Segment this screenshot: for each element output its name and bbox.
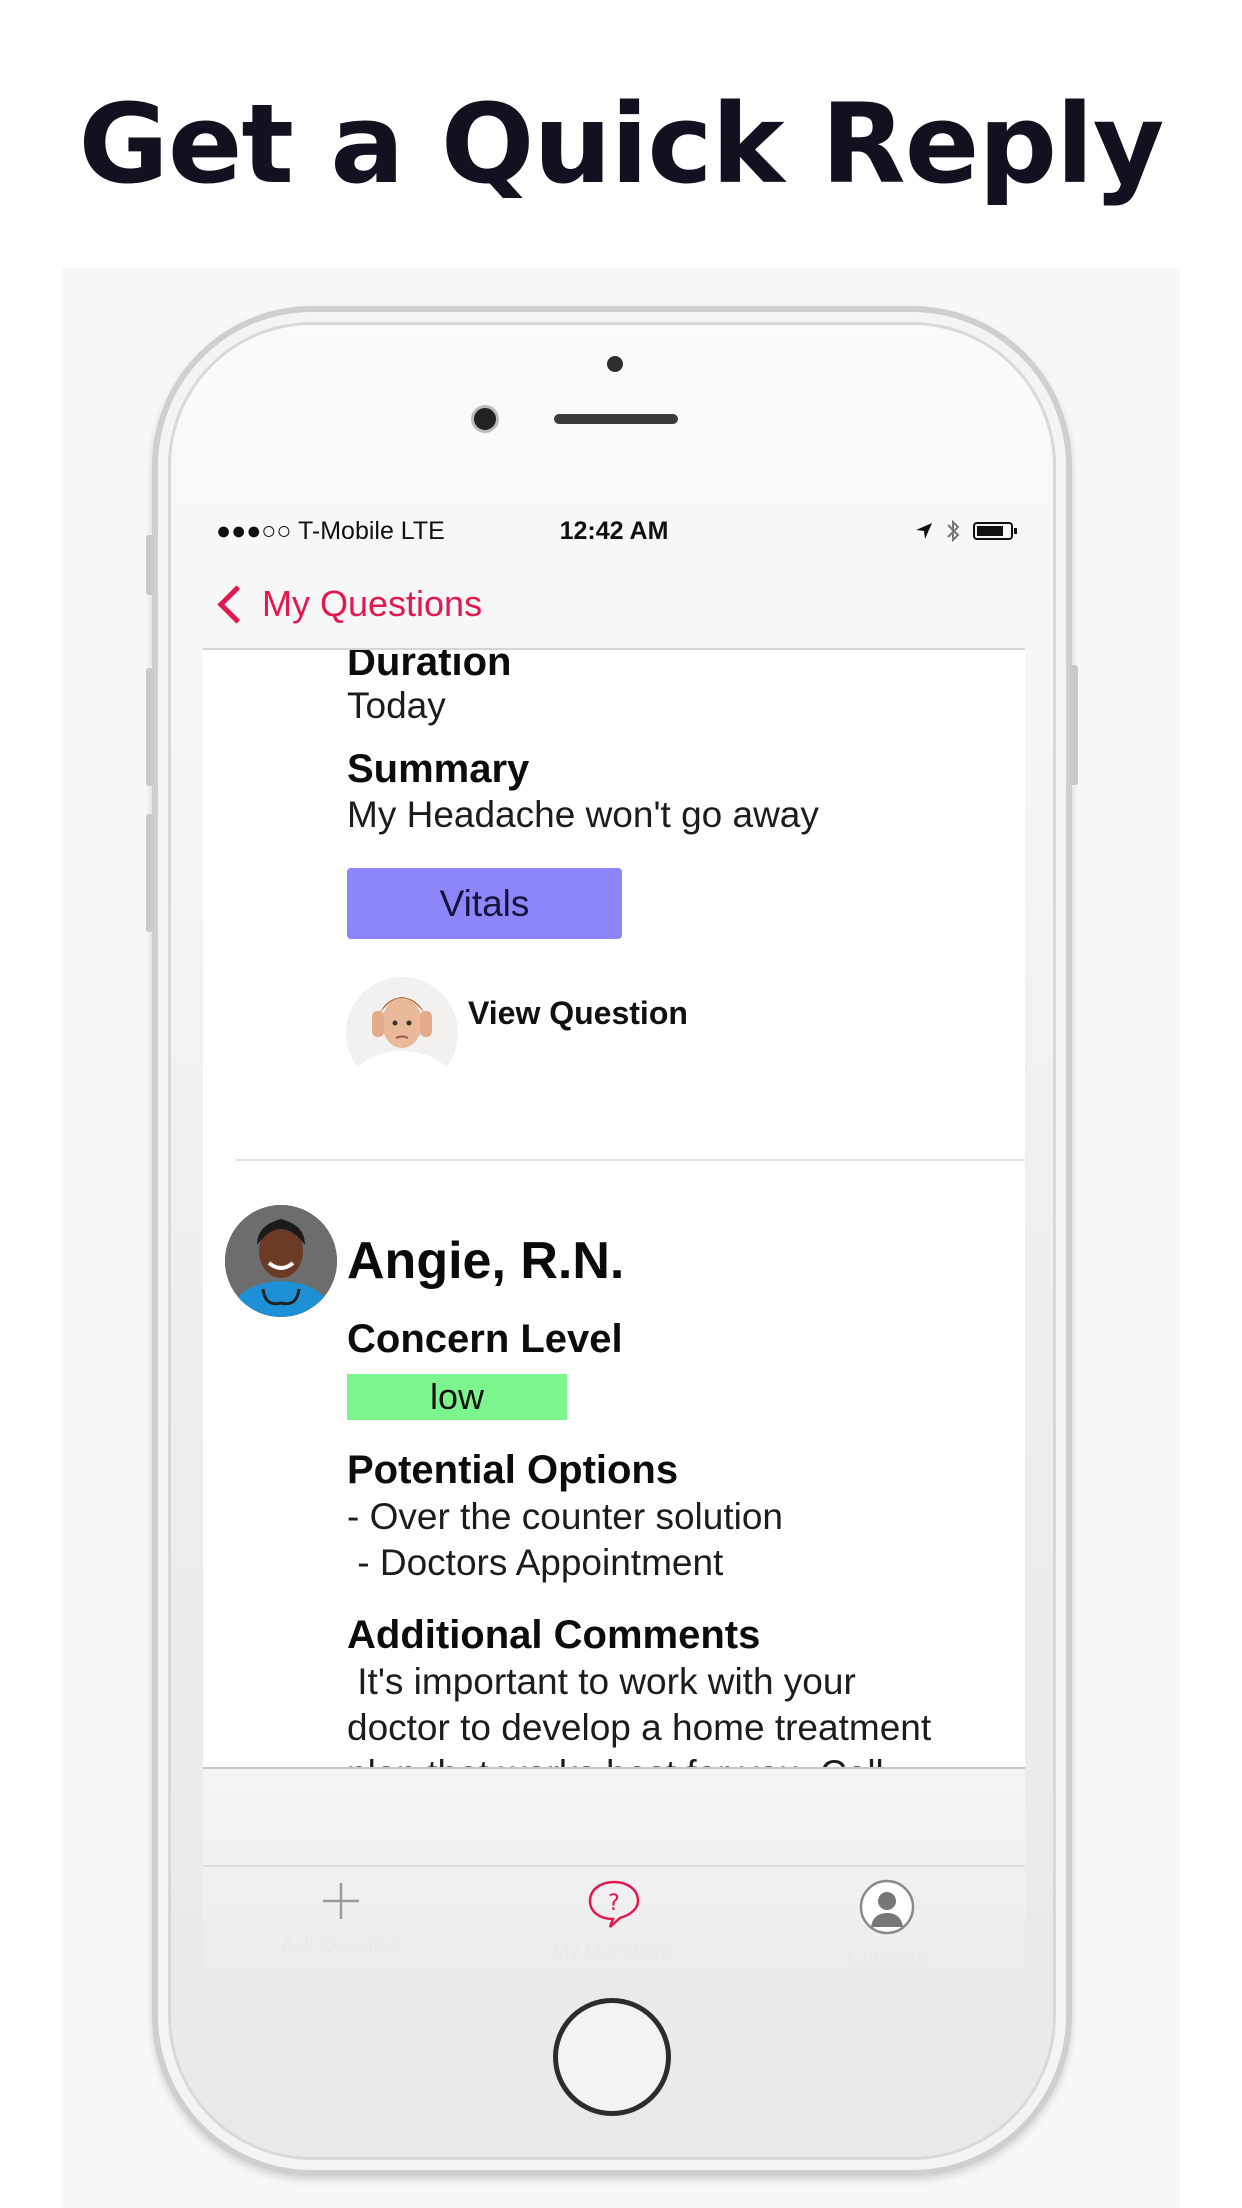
question-detail-scroll[interactable]: Duration Today Summary My Headache won't… [203,650,1025,1767]
section-divider [236,1159,1025,1161]
home-button[interactable] [553,1998,671,2116]
nurse-avatar[interactable] [225,1205,337,1317]
question-bubble-icon: ? [588,1880,640,1928]
summary-label: Summary [347,747,530,791]
headline: Get a Quick Reply [78,80,1165,208]
navigation-bar: My Questions [203,559,1025,650]
vitals-button[interactable]: Vitals [347,868,622,939]
concern-level-badge: low [347,1374,567,1420]
location-arrow-icon [916,523,932,539]
tab-bar: Ask Question ? My Questions Contacts [203,1767,1025,1969]
battery-icon [973,522,1017,540]
tab-contacts[interactable]: Contacts [787,1879,987,1969]
tab-my-questions[interactable]: ? My Questions [514,1879,714,1963]
phone-volume-down [146,814,154,932]
concern-level-label: Concern Level [347,1317,623,1361]
tab-label: Contacts [847,1946,927,1968]
additional-comments-label: Additional Comments [347,1613,761,1657]
tab-ask-question[interactable]: Ask Question [241,1879,441,1957]
back-label: My Questions [262,583,483,624]
patient-avatar[interactable] [346,977,458,1089]
bluetooth-icon [947,519,960,543]
tab-label: My Questions [552,1940,676,1962]
duration-value: Today [347,685,446,726]
status-time: 12:42 AM [559,517,669,545]
comments-line: doctor to develop a home treatment [347,1707,932,1748]
tab-bar-divider [203,1865,1025,1867]
plus-icon [323,1883,359,1919]
comments-line: It's important to work with your [347,1661,856,1702]
back-button[interactable]: My Questions [217,583,482,625]
phone-mute-switch [146,535,154,595]
phone-power-button [1070,665,1078,785]
option-item: - Over the counter solution [347,1496,783,1537]
tab-label: Ask Question [281,1934,401,1956]
summary-value: My Headache won't go away [347,794,819,835]
view-question-link[interactable]: View Question [468,995,688,1032]
front-camera [471,405,499,433]
status-bar: ●●●○○ T-Mobile LTE 12:42 AM [203,509,1025,559]
comments-line: plan that works best for you. Call [347,1753,884,1767]
app-screen: ●●●○○ T-Mobile LTE 12:42 AM My Questions… [203,509,1025,1969]
option-item: - Doctors Appointment [347,1542,724,1583]
contact-silhouette-icon [859,1879,915,1935]
phone-volume-up [146,668,154,786]
duration-label: Duration [347,650,512,684]
earpiece-speaker [554,414,678,424]
svg-text:?: ? [608,1891,620,1916]
status-icons [915,519,1017,543]
potential-options-label: Potential Options [347,1448,679,1492]
chevron-left-icon [217,584,256,624]
responder-name: Angie, R.N. [347,1232,625,1290]
proximity-sensor [607,356,623,372]
